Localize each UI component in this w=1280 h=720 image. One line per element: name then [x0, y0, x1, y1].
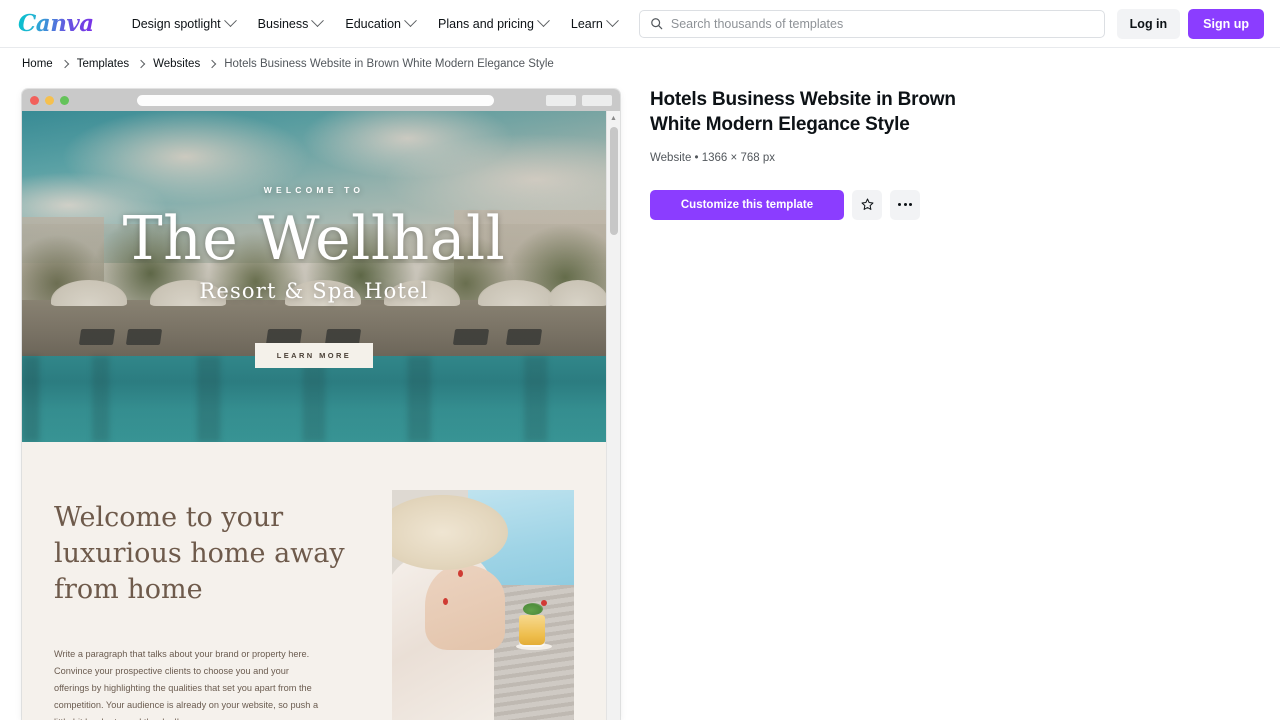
poolside-relax-photo — [392, 490, 574, 720]
hero-kicker: WELCOME TO — [263, 185, 365, 195]
toenail — [442, 597, 448, 605]
cocktail-glass — [518, 615, 545, 645]
cherry-garnish — [540, 600, 547, 606]
person-legs — [424, 565, 505, 650]
customize-template-button[interactable]: Customize this template — [650, 189, 844, 220]
chevron-down-icon — [537, 14, 550, 28]
signup-button[interactable]: Sign up — [1188, 8, 1264, 39]
ellipsis-icon — [898, 203, 912, 207]
window-maximize-dot-icon — [60, 95, 69, 105]
search-container — [627, 9, 1117, 38]
nav-label: Design spotlight — [131, 16, 221, 31]
login-button[interactable]: Log in — [1116, 8, 1181, 39]
hero-title: The Wellhall — [122, 204, 506, 274]
browser-url-bar[interactable] — [137, 94, 494, 106]
mint-garnish — [523, 602, 544, 615]
chevron-right-icon — [136, 59, 146, 68]
site-header: Canva Design spotlight Business Educatio… — [0, 0, 1280, 48]
welcome-heading: Welcome to your luxurious home away from… — [54, 502, 345, 605]
nav-label: Education — [345, 16, 401, 31]
chevron-down-icon — [223, 14, 237, 28]
welcome-section: Welcome to your luxurious home away from… — [22, 442, 606, 720]
nav-label: Learn — [570, 16, 603, 31]
hero-subtitle: Resort & Spa Hotel — [199, 279, 429, 303]
page-title: Hotels Business Website in Brown White M… — [650, 89, 956, 136]
browser-mockup: WELCOME TO The Wellhall Resort & Spa Hot… — [22, 89, 620, 720]
chevron-down-icon — [606, 14, 619, 28]
favorite-button[interactable] — [852, 189, 882, 220]
search-input[interactable] — [670, 16, 1094, 31]
template-preview-column: WELCOME TO The Wellhall Resort & Spa Hot… — [22, 79, 620, 720]
welcome-text-block: Welcome to your luxurious home away from… — [54, 490, 366, 720]
chevron-right-icon — [207, 59, 217, 68]
nav-item-plans-and-pricing[interactable]: Plans and pricing — [428, 10, 558, 38]
search-box[interactable] — [638, 9, 1105, 38]
toenail — [457, 570, 463, 577]
hero-learn-more-button[interactable]: LEARN MORE — [254, 343, 374, 368]
browser-action-button-1[interactable] — [546, 94, 576, 106]
welcome-paragraph: Write a paragraph that talks about your … — [54, 648, 319, 720]
breadcrumb-item-home[interactable]: Home — [22, 58, 53, 70]
window-minimize-dot-icon — [45, 95, 54, 105]
browser-chrome-bar — [22, 89, 620, 111]
scrollbar-thumb[interactable] — [610, 127, 618, 235]
nav-item-learn[interactable]: Learn — [561, 10, 627, 38]
more-options-button[interactable] — [890, 189, 920, 220]
preview-viewport: WELCOME TO The Wellhall Resort & Spa Hot… — [22, 111, 620, 720]
search-icon — [651, 18, 663, 30]
nav-label: Plans and pricing — [438, 16, 534, 31]
template-meta: Website • 1366 × 768 px — [650, 151, 775, 164]
main-content: WELCOME TO The Wellhall Resort & Spa Hot… — [0, 79, 1280, 720]
template-actions: Customize this template — [650, 189, 980, 220]
browser-action-button-2[interactable] — [582, 94, 612, 106]
canva-logo[interactable]: Canva — [16, 10, 96, 37]
nav-item-education[interactable]: Education — [335, 10, 425, 38]
breadcrumb-item-websites[interactable]: Websites — [153, 58, 200, 70]
preview-vertical-scrollbar[interactable]: ▲ — [606, 111, 620, 720]
breadcrumb-item-templates[interactable]: Templates — [77, 58, 129, 70]
main-nav: Design spotlight Business Education Plan… — [122, 10, 627, 38]
hero-content: WELCOME TO The Wellhall Resort & Spa Hot… — [22, 111, 606, 442]
breadcrumb: Home Templates Websites Hotels Business … — [0, 48, 1280, 79]
window-close-dot-icon — [30, 95, 39, 105]
breadcrumb-item-current: Hotels Business Website in Brown White M… — [224, 57, 554, 70]
nav-item-business[interactable]: Business — [248, 10, 333, 38]
welcome-image-block — [392, 490, 574, 720]
hero-section: WELCOME TO The Wellhall Resort & Spa Hot… — [22, 111, 606, 442]
nav-item-design-spotlight[interactable]: Design spotlight — [122, 10, 245, 38]
chevron-right-icon — [60, 59, 69, 68]
nav-label: Business — [257, 16, 309, 31]
chevron-down-icon — [311, 14, 325, 28]
star-icon — [861, 198, 873, 210]
template-page: WELCOME TO The Wellhall Resort & Spa Hot… — [22, 111, 606, 720]
template-info-column: Hotels Business Website in Brown White M… — [650, 79, 980, 720]
chevron-down-icon — [404, 14, 417, 28]
scroll-up-arrow-icon[interactable]: ▲ — [607, 111, 620, 125]
